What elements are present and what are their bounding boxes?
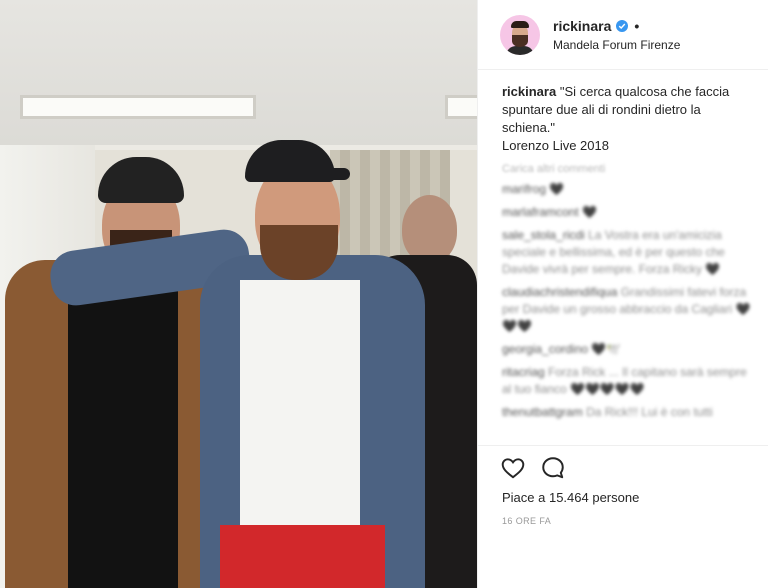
- post-caption: rickinara "Si cerca qualcosa che faccia …: [502, 83, 752, 155]
- location-link[interactable]: Mandela Forum Firenze: [553, 38, 680, 52]
- heart-outline-icon[interactable]: [500, 455, 528, 483]
- post-timestamp[interactable]: 16 ORE FA: [502, 516, 551, 526]
- comment-item: georgia_cordino 🖤🕊️: [502, 341, 752, 358]
- post-photo[interactable]: [0, 0, 477, 588]
- avatar-beard: [512, 34, 528, 47]
- comment-username[interactable]: claudiachristendifiqua: [502, 285, 617, 299]
- comment-item: marifrog 🖤: [502, 181, 752, 198]
- comment-item: ritacriag Forza Rick ... Il capitano sar…: [502, 364, 752, 398]
- load-more-comments-link[interactable]: Carica altri commenti: [502, 163, 752, 175]
- instagram-post: rickinara • Mandela Forum Firenze rickin…: [0, 0, 768, 588]
- comment-item: marlaframcont 🖤: [502, 204, 752, 221]
- ceiling-light-right: [445, 95, 477, 119]
- likes-count[interactable]: Piace a 15.464 persone: [502, 490, 639, 505]
- comment-item: sale_stola_ricdi La Vostra era un'amiciz…: [502, 227, 752, 278]
- comment-username[interactable]: georgia_cordino: [502, 342, 588, 356]
- post-side-panel: rickinara • Mandela Forum Firenze rickin…: [477, 0, 768, 588]
- avatar[interactable]: [500, 14, 540, 55]
- speech-bubble-icon[interactable]: [540, 455, 568, 483]
- comment-text: 🖤: [549, 182, 565, 196]
- header-text: rickinara • Mandela Forum Firenze: [553, 18, 680, 52]
- photo-ceiling: [0, 0, 477, 145]
- comment-username[interactable]: marlaframcont: [502, 205, 579, 219]
- separator-dot: •: [634, 17, 640, 34]
- actions-divider: [478, 445, 768, 446]
- comment-username[interactable]: marifrog: [502, 182, 546, 196]
- avatar-hair: [511, 20, 529, 28]
- comment-item: claudiachristendifiqua Grandissimi fatev…: [502, 284, 752, 335]
- verified-check-icon: [616, 19, 629, 32]
- comment-username[interactable]: thenutbattgram: [502, 405, 583, 419]
- comment-text: Da Rick!!! Lui è con tutti: [586, 405, 713, 419]
- person-right: [47, 140, 430, 588]
- post-actions: [500, 455, 580, 483]
- ceiling-light: [20, 95, 256, 119]
- caption-username[interactable]: rickinara: [502, 84, 556, 99]
- comment-username[interactable]: ritacriag: [502, 365, 545, 379]
- post-header: rickinara • Mandela Forum Firenze: [478, 0, 768, 70]
- username-link[interactable]: rickinara: [553, 18, 611, 34]
- comment-item: thenutbattgram Da Rick!!! Lui è con tutt…: [502, 404, 752, 421]
- comment-username[interactable]: sale_stola_ricdi: [502, 228, 585, 242]
- caption-tagline: Lorenzo Live 2018: [502, 138, 609, 153]
- comment-text: 🖤: [582, 205, 597, 219]
- comments-section[interactable]: rickinara "Si cerca qualcosa che faccia …: [478, 70, 768, 440]
- avatar-shirt: [506, 45, 534, 55]
- comment-text: 🖤🕊️: [591, 342, 622, 356]
- header-top-row: rickinara •: [553, 18, 680, 34]
